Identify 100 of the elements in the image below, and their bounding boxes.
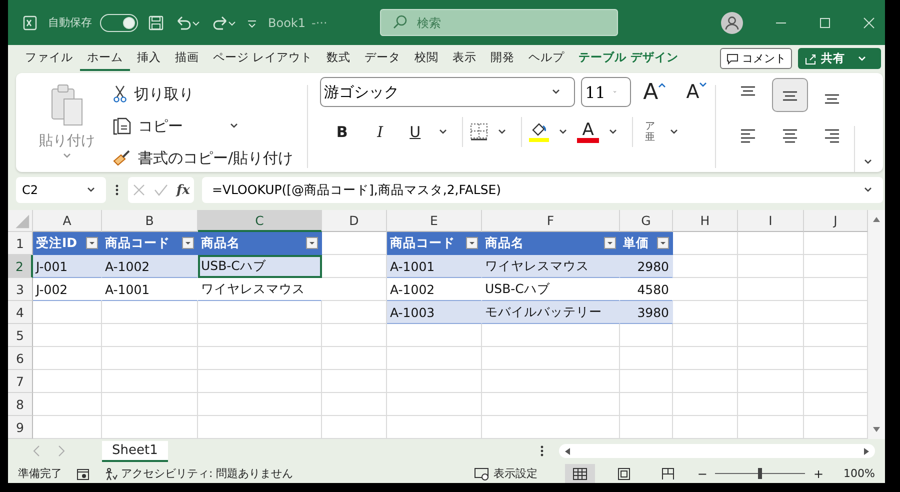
bold-button[interactable]: B: [324, 117, 360, 147]
caret-icon[interactable]: [857, 54, 867, 62]
font-name-dropdown[interactable]: 游ゴシック: [320, 77, 576, 107]
table-cell[interactable]: A-1001: [387, 255, 482, 278]
align-middle-button[interactable]: [772, 78, 808, 112]
empty-cell[interactable]: [673, 347, 738, 370]
borders-icon[interactable]: [469, 122, 490, 142]
filter-dropdown-icon[interactable]: [466, 237, 478, 249]
filter-dropdown-icon[interactable]: [306, 237, 318, 249]
ribbon-tab[interactable]: 校閲: [408, 46, 446, 70]
column-header[interactable]: J: [804, 210, 868, 232]
scroll-down-icon[interactable]: [872, 426, 881, 433]
empty-cell[interactable]: [738, 232, 804, 255]
save-icon[interactable]: [148, 14, 164, 30]
empty-cell[interactable]: [738, 301, 804, 324]
cancel-icon[interactable]: [132, 183, 146, 197]
empty-cell[interactable]: [738, 347, 804, 370]
sheet-tab[interactable]: Sheet1: [102, 440, 168, 462]
excel-icon[interactable]: [22, 14, 38, 30]
ribbon-tab[interactable]: 数式: [320, 46, 358, 70]
empty-cell[interactable]: [482, 416, 620, 439]
empty-cell[interactable]: [738, 370, 804, 393]
empty-cell[interactable]: [738, 324, 804, 347]
empty-cell[interactable]: [673, 370, 738, 393]
table-cell[interactable]: A-1002: [102, 255, 198, 278]
empty-cell[interactable]: [387, 393, 482, 416]
formula-field[interactable]: =VLOOKUP([@商品コード],商品マスタ,2,FALSE): [202, 177, 883, 203]
empty-cell[interactable]: [102, 370, 198, 393]
table-cell[interactable]: モバイルバッテリー: [482, 301, 620, 324]
copy-button[interactable]: コピー: [112, 113, 294, 139]
more-options-icon[interactable]: [539, 444, 545, 458]
table-cell[interactable]: USB-Cハブ: [198, 255, 322, 278]
table-cell[interactable]: A-1003: [387, 301, 482, 324]
empty-cell[interactable]: [387, 324, 482, 347]
enter-icon[interactable]: [154, 183, 168, 197]
empty-cell[interactable]: [482, 347, 620, 370]
empty-cell[interactable]: [198, 393, 322, 416]
ribbon-tab[interactable]: 開発: [484, 46, 522, 70]
empty-cell[interactable]: [102, 301, 198, 324]
empty-cell[interactable]: [102, 416, 198, 439]
scroll-up-icon[interactable]: [872, 216, 881, 223]
ribbon-tab[interactable]: ページ レイアウト: [206, 46, 320, 70]
accessibility-status[interactable]: アクセシビリティ: 問題ありません: [104, 466, 294, 481]
column-header[interactable]: D: [322, 210, 387, 232]
filter-dropdown-icon[interactable]: [604, 237, 616, 249]
caret-icon[interactable]: [551, 88, 562, 96]
empty-cell[interactable]: [198, 416, 322, 439]
table-header-cell[interactable]: 受注ID: [33, 232, 102, 255]
empty-cell[interactable]: [387, 416, 482, 439]
scroll-left-icon[interactable]: [564, 446, 571, 456]
caret-icon[interactable]: [669, 128, 680, 136]
underline-button[interactable]: U: [400, 117, 430, 147]
row-header[interactable]: 2: [8, 255, 33, 278]
column-header[interactable]: E: [387, 210, 482, 232]
caret-icon[interactable]: [438, 128, 448, 136]
zoom-out-button[interactable]: −: [697, 466, 708, 480]
zoom-level[interactable]: 100%: [844, 467, 875, 480]
empty-cell[interactable]: [673, 324, 738, 347]
horizontal-scrollbar[interactable]: [559, 444, 875, 458]
table-cell[interactable]: ワイヤレスマウス: [482, 255, 620, 278]
empty-cell[interactable]: [322, 416, 387, 439]
empty-cell[interactable]: [322, 324, 387, 347]
empty-cell[interactable]: [198, 324, 322, 347]
empty-cell[interactable]: [387, 347, 482, 370]
table-header-cell[interactable]: 単価: [620, 232, 673, 255]
empty-cell[interactable]: [738, 255, 804, 278]
empty-cell[interactable]: [102, 393, 198, 416]
filter-dropdown-icon[interactable]: [86, 237, 98, 249]
table-header-cell[interactable]: 商品コード: [387, 232, 482, 255]
empty-cell[interactable]: [322, 370, 387, 393]
ribbon-tab[interactable]: ホーム: [80, 46, 130, 70]
row-header[interactable]: 3: [8, 278, 33, 301]
phonetic-button[interactable]: ア 亜: [639, 117, 662, 147]
row-header[interactable]: 7: [8, 370, 33, 393]
row-header[interactable]: 9: [8, 416, 33, 439]
paste-button[interactable]: 貼り付け: [36, 77, 98, 172]
next-sheet-icon[interactable]: [56, 445, 66, 457]
empty-cell[interactable]: [482, 393, 620, 416]
insert-function-button[interactable]: fx: [176, 182, 190, 198]
row-header[interactable]: 5: [8, 324, 33, 347]
table-header-cell[interactable]: 商品名: [482, 232, 620, 255]
ribbon-tab[interactable]: 挿入: [130, 46, 168, 70]
increase-font-button[interactable]: A: [643, 77, 666, 107]
ribbon-tab[interactable]: テーブル デザイン: [572, 46, 686, 70]
table-cell[interactable]: 3980: [620, 301, 673, 324]
filter-dropdown-icon[interactable]: [657, 237, 669, 249]
fill-color-icon[interactable]: [528, 121, 550, 143]
ribbon-tab[interactable]: 表示: [446, 46, 484, 70]
caret-icon[interactable]: [86, 186, 96, 194]
comment-button[interactable]: コメント: [720, 48, 792, 69]
zoom-in-button[interactable]: +: [813, 466, 824, 480]
empty-cell[interactable]: [322, 393, 387, 416]
empty-cell[interactable]: [620, 370, 673, 393]
table-header-cell[interactable]: 商品コード: [102, 232, 198, 255]
ribbon-tab[interactable]: 描画: [168, 46, 206, 70]
column-header[interactable]: H: [673, 210, 738, 232]
filter-dropdown-icon[interactable]: [182, 237, 194, 249]
caret-icon[interactable]: [863, 186, 873, 194]
column-header[interactable]: B: [102, 210, 198, 232]
row-header[interactable]: 4: [8, 301, 33, 324]
